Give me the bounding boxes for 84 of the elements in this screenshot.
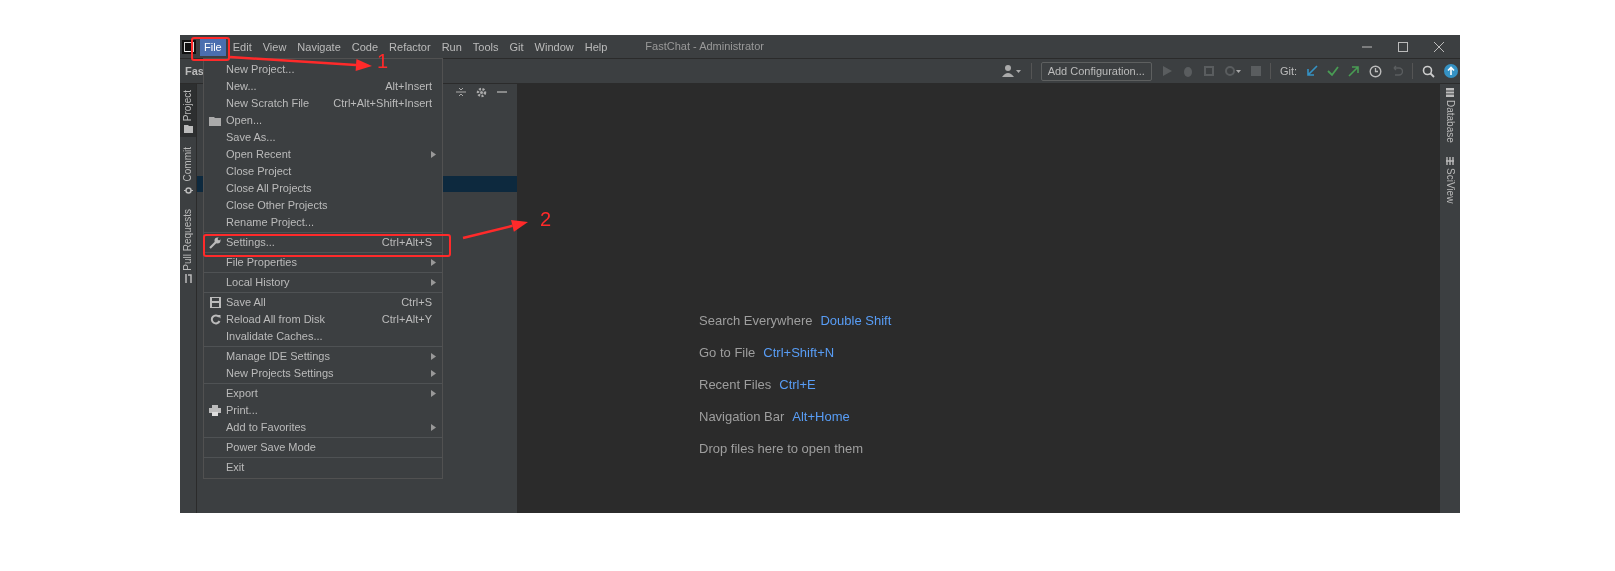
check-icon[interactable] [1327,65,1339,77]
menu-item[interactable]: Run [437,37,466,56]
grid-icon [1446,156,1454,165]
tool-window-tab[interactable]: SciView [1444,156,1456,204]
arrow [462,220,528,240]
menu-item[interactable]: New Scratch File Ctrl+Alt+Shift+Insert [204,95,442,112]
menu-item[interactable]: Save All Ctrl+S [204,294,442,311]
reload-icon [209,314,221,325]
submenu-arrow-icon [431,390,436,397]
tool-window-tab[interactable]: Commit [180,137,196,199]
menu-item[interactable]: Power Save Mode [204,439,442,456]
history-icon[interactable] [1369,64,1382,78]
shortcut-text: Double Shift [820,311,892,330]
step-number: 2 [540,208,552,230]
folder-icon [209,115,221,126]
add-configuration-button[interactable]: Add Configuration... [1040,61,1152,81]
tool-window-tab[interactable]: Project [180,84,196,138]
menu-item[interactable]: New... Alt+Insert [204,78,442,95]
menu-item[interactable]: Navigate [293,37,345,56]
menu-item[interactable]: Close All Projects [204,180,442,197]
hint-text: Go to File [699,343,756,362]
menu-item[interactable]: Settings... Ctrl+Alt+S [204,234,442,251]
shortcut-text: Ctrl+Shift+N [763,343,835,362]
run-icon[interactable] [1160,65,1173,77]
menu-item[interactable]: Window [530,37,578,56]
menu-item[interactable]: Close Other Projects [204,197,442,214]
hint-text: Search Everywhere [699,311,813,330]
maximize-icon[interactable] [1398,41,1408,52]
hint-text: Drop files here to open them [699,439,864,458]
wrench-icon [209,236,221,249]
menu-item[interactable]: New Projects Settings [204,365,442,382]
stop-icon[interactable] [1250,66,1261,76]
profile-icon[interactable] [1223,65,1242,77]
submenu-arrow-icon [431,370,436,377]
menu-item[interactable]: Print... [204,402,442,419]
coverage-icon[interactable] [1202,65,1215,77]
menu-item[interactable]: Edit [228,37,256,56]
menu-item[interactable]: Export [204,385,442,402]
menu-item[interactable]: Tools [468,37,503,56]
revert-icon[interactable] [1391,65,1403,77]
menu-item[interactable]: Add to Favorites [204,419,442,436]
menu-item[interactable]: Help [580,37,612,56]
menu-item[interactable]: Rename Project... [204,214,442,231]
shortcut-text: Ctrl+E [779,375,816,394]
folder-icon [183,125,193,134]
tool-window-tab[interactable]: Database [1444,88,1456,143]
save-icon [209,297,221,308]
commit-icon [183,185,193,195]
menu-item[interactable]: Invalidate Caches... [204,328,442,345]
submenu-arrow-icon [431,259,436,266]
menu-item[interactable]: Exit [204,459,442,476]
highlight-box [191,37,230,61]
menu-item[interactable]: File Properties [204,254,442,271]
update-arrow-icon[interactable] [1306,65,1318,77]
hint-text: Recent Files [699,375,772,394]
git-label: Git: [1279,63,1297,79]
settings-icon[interactable] [476,86,487,98]
menu-item[interactable]: Reload All from Disk Ctrl+Alt+Y [204,311,442,328]
close-icon[interactable] [1434,41,1444,52]
menu-item[interactable]: Manage IDE Settings [204,348,442,365]
collapse-icon[interactable] [456,87,466,97]
debug-icon[interactable] [1181,65,1194,77]
project-name[interactable]: Fas [185,62,204,80]
shortcut-text: Alt+Home [792,407,850,426]
tool-window-tab[interactable]: Pull Requests [180,198,196,288]
submenu-arrow-icon [431,424,436,431]
user-icon[interactable] [1001,64,1022,78]
menu-item[interactable]: View [258,37,291,56]
menu-item[interactable]: Open... [204,112,442,129]
submenu-arrow-icon [431,353,436,360]
menu-item[interactable]: Open Recent [204,146,442,163]
window-title: FastChat - Administrator [645,39,764,55]
menu-item[interactable]: Close Project [204,163,442,180]
pull-request-icon [183,274,193,284]
submenu-arrow-icon [431,279,436,286]
hint-text: Navigation Bar [699,407,785,426]
menu-item[interactable]: Git [505,37,528,56]
menu-item[interactable]: Save As... [204,129,442,146]
database-icon [1446,88,1454,97]
update-icon[interactable] [1444,64,1458,78]
submenu-arrow-icon [431,151,436,158]
menu-item[interactable]: Local History [204,274,442,291]
push-arrow-icon[interactable] [1348,65,1360,77]
search-icon[interactable] [1422,64,1435,78]
